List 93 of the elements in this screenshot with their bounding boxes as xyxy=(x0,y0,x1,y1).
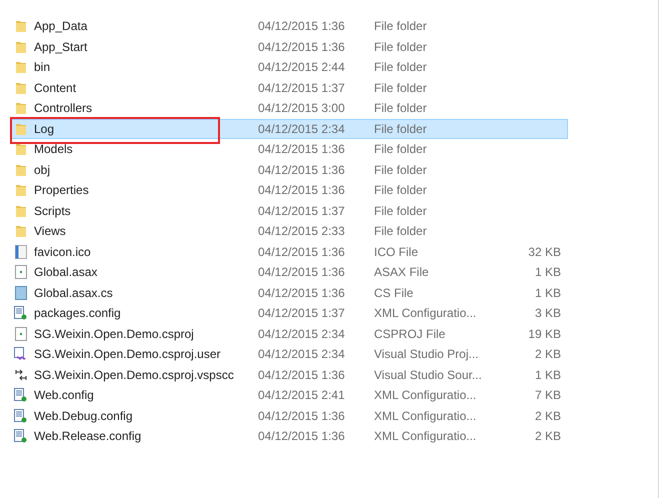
date-modified: 04/12/2015 2:41 xyxy=(258,387,346,404)
file-type: File folder xyxy=(374,80,428,97)
file-type: CS File xyxy=(374,284,414,302)
folder-icon xyxy=(14,204,26,218)
file-name: App_Start xyxy=(34,38,88,56)
folder-icon xyxy=(14,40,26,54)
file-size: 7 KB xyxy=(534,387,561,404)
config-file-icon xyxy=(14,388,27,402)
file-icon xyxy=(14,286,26,300)
file-type: XML Configuratio... xyxy=(374,387,478,404)
file-type: XML Configuratio... xyxy=(374,428,478,446)
file-name: Log xyxy=(34,120,54,138)
file-type: Visual Studio Sour... xyxy=(374,366,483,384)
date-modified: 04/12/2015 1:36 xyxy=(258,18,346,36)
date-modified: 04/12/2015 1:36 xyxy=(258,428,346,446)
date-modified: 04/12/2015 3:00 xyxy=(258,100,346,118)
file-type: File folder xyxy=(374,120,428,138)
file-type: File folder xyxy=(374,182,428,200)
file-name: favicon.ico xyxy=(34,244,91,261)
file-type: Visual Studio Proj... xyxy=(374,346,480,364)
folder-icon xyxy=(14,183,26,198)
file-name: Content xyxy=(34,80,76,97)
folder-icon xyxy=(14,60,26,74)
project-user-icon xyxy=(14,347,27,362)
file-type: File folder xyxy=(374,59,428,76)
file-name: Models xyxy=(34,141,73,158)
file-type: File folder xyxy=(374,162,428,179)
date-modified: 04/12/2015 1:36 xyxy=(258,162,346,179)
date-modified: 04/12/2015 1:36 xyxy=(258,408,346,425)
file-size: 19 KB xyxy=(527,326,561,343)
file-name: packages.config xyxy=(34,305,121,322)
folder-icon xyxy=(14,101,26,116)
folder-icon xyxy=(14,162,26,177)
folder-icon xyxy=(14,142,26,156)
date-modified: 04/12/2015 1:37 xyxy=(258,202,346,220)
folder-icon xyxy=(14,19,26,34)
file-name: SG.Weixin.Open.Demo.csproj.user xyxy=(34,346,221,364)
config-file-icon xyxy=(14,408,27,423)
file-name: Views xyxy=(34,223,66,240)
date-modified: 04/12/2015 1:36 xyxy=(258,244,346,261)
date-modified: 04/12/2015 1:36 xyxy=(258,264,346,282)
date-modified: 04/12/2015 1:37 xyxy=(258,80,346,97)
file-type: File folder xyxy=(374,202,428,220)
date-modified: 04/12/2015 2:33 xyxy=(258,223,346,240)
file-icon xyxy=(14,244,26,259)
file-name: SG.Weixin.Open.Demo.csproj xyxy=(34,326,194,343)
file-size: 2 KB xyxy=(534,346,561,364)
date-modified: 04/12/2015 1:36 xyxy=(258,38,346,56)
date-modified: 04/12/2015 2:44 xyxy=(258,59,346,76)
date-modified: 04/12/2015 1:37 xyxy=(258,305,346,322)
file-size: 32 KB xyxy=(527,244,561,261)
file-size: 1 KB xyxy=(534,284,561,302)
file-name: Global.asax xyxy=(34,264,98,282)
file-type: ICO File xyxy=(374,244,420,261)
date-modified: 04/12/2015 1:36 xyxy=(258,182,346,200)
file-name: App_Data xyxy=(34,18,88,36)
date-modified: 04/12/2015 2:34 xyxy=(258,346,346,364)
folder-icon xyxy=(14,224,26,238)
file-type: CSPROJ File xyxy=(374,326,446,343)
file-size: 1 KB xyxy=(534,264,561,282)
file-type: File folder xyxy=(374,100,428,118)
folder-icon xyxy=(14,80,26,95)
source-control-icon xyxy=(14,368,26,381)
document-icon xyxy=(14,326,26,341)
file-name: Web.Release.config xyxy=(34,428,142,446)
file-name: Web.Debug.config xyxy=(34,408,133,425)
file-name: Web.config xyxy=(34,387,94,404)
date-modified: 04/12/2015 1:36 xyxy=(258,141,346,158)
file-type: File folder xyxy=(374,18,428,36)
file-size: 1 KB xyxy=(534,366,561,384)
date-modified: 04/12/2015 1:36 xyxy=(258,366,346,384)
config-file-icon xyxy=(14,429,27,444)
date-modified: 04/12/2015 2:34 xyxy=(258,326,346,343)
file-name: obj xyxy=(34,162,50,179)
file-name: SG.Weixin.Open.Demo.csproj.vspscc xyxy=(34,366,234,384)
file-name: Global.asax.cs xyxy=(34,284,113,302)
config-file-icon xyxy=(14,306,27,320)
date-modified: 04/12/2015 2:34 xyxy=(258,120,346,138)
file-type: XML Configuratio... xyxy=(374,408,478,425)
file-type: XML Configuratio... xyxy=(374,305,478,322)
file-name: Scripts xyxy=(34,202,71,220)
file-type: File folder xyxy=(374,38,428,56)
file-size: 3 KB xyxy=(534,305,561,322)
file-type: File folder xyxy=(374,223,428,240)
file-name: bin xyxy=(34,59,50,76)
file-size: 2 KB xyxy=(534,408,561,425)
document-icon xyxy=(14,265,26,280)
file-type: File folder xyxy=(374,141,428,158)
file-name: Properties xyxy=(34,182,89,200)
file-type: ASAX File xyxy=(374,264,430,282)
file-name: Controllers xyxy=(34,100,92,118)
file-size: 2 KB xyxy=(534,428,561,446)
date-modified: 04/12/2015 1:36 xyxy=(258,284,346,302)
